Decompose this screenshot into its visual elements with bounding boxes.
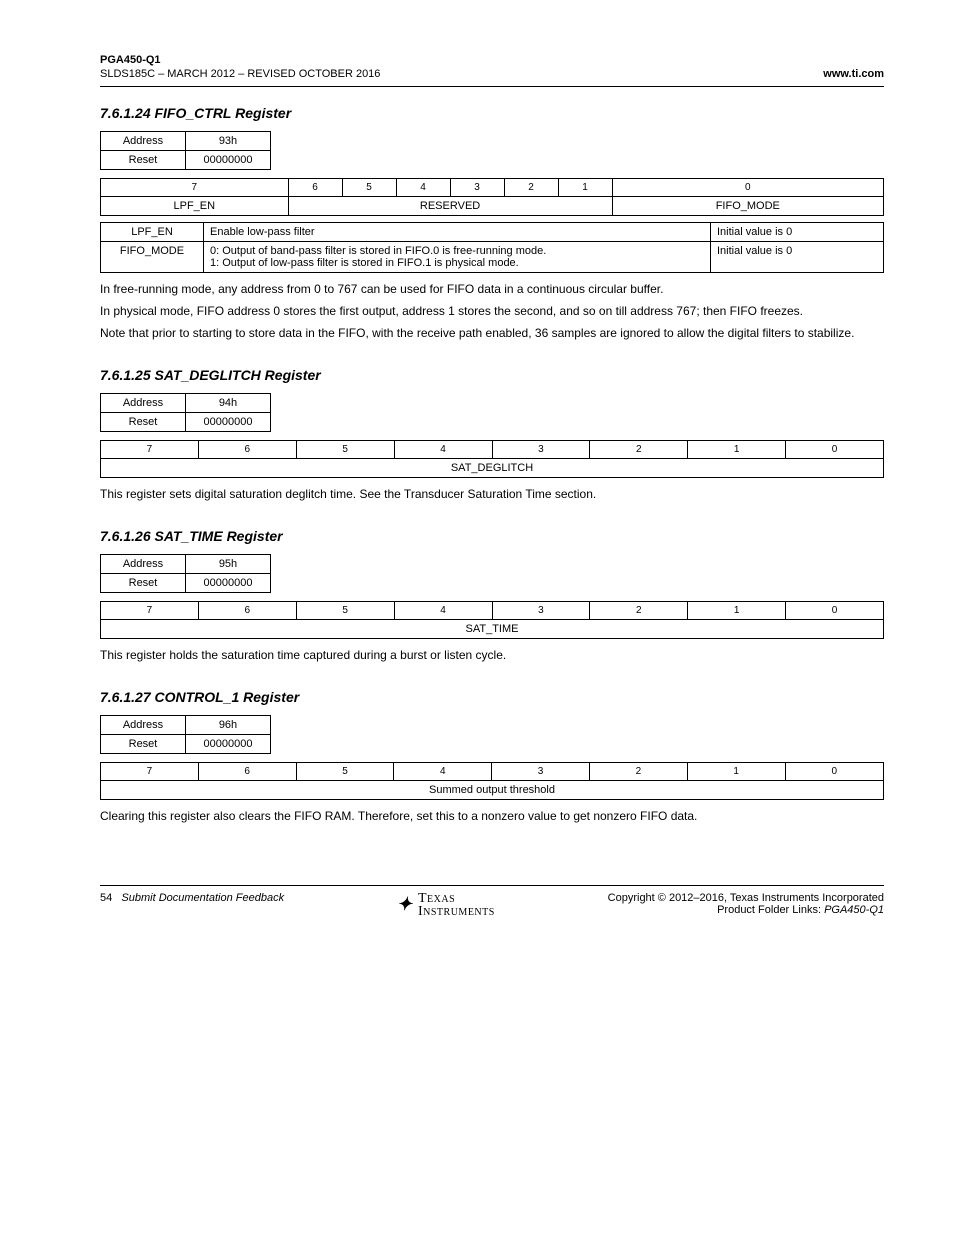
desc-paragraph: This register sets digital saturation de…: [100, 486, 884, 502]
field-reset: Initial value is 0: [711, 222, 884, 241]
bit-number: 5: [296, 763, 394, 781]
bit-number: 0: [785, 763, 883, 781]
field-name: FIFO_MODE: [101, 241, 204, 272]
register-section: 7.6.1.26 SAT_TIME Register Address95hRese…: [100, 528, 884, 663]
bit-number: 7: [101, 763, 199, 781]
bit-number: 1: [688, 602, 786, 620]
product-link[interactable]: PGA450-Q1: [824, 904, 884, 916]
submit-feedback-link[interactable]: Submit Documentation Feedback: [121, 892, 284, 904]
bit-field: Summed output threshold: [101, 781, 884, 800]
reset-label: Reset: [101, 735, 186, 754]
bit-field: RESERVED: [288, 196, 612, 215]
section-description: Clearing this register also clears the F…: [100, 808, 884, 824]
desc-paragraph: Note that prior to starting to store dat…: [100, 325, 884, 341]
ti-logo: ✦ Texas Instruments: [397, 892, 495, 919]
bit-field: SAT_DEGLITCH: [101, 459, 884, 478]
bit-number: 5: [296, 602, 394, 620]
desc-paragraph: In free-running mode, any address from 0…: [100, 281, 884, 297]
product-line: Product Folder Links:: [717, 904, 821, 916]
bit-number: 3: [492, 763, 590, 781]
bit-number: 7: [101, 441, 199, 459]
register-section: 7.6.1.24 FIFO_CTRL Register Address93hRes…: [100, 105, 884, 342]
reset-label: Reset: [101, 413, 186, 432]
bit-number: 0: [786, 441, 884, 459]
reset-value: 00000000: [186, 150, 271, 169]
addr-label: Address: [101, 394, 186, 413]
register-meta-table: Address94hReset00000000: [100, 393, 271, 432]
bit-number: 2: [590, 602, 688, 620]
bit-number: 5: [342, 178, 396, 196]
bit-number: 3: [492, 441, 590, 459]
bit-field: SAT_TIME: [101, 620, 884, 639]
register-meta-table: Address95hReset00000000: [100, 554, 271, 593]
bit-number: 2: [589, 763, 687, 781]
bit-number: 0: [612, 178, 883, 196]
bit-number: 7: [101, 602, 199, 620]
page-number: 54: [100, 892, 112, 904]
bit-number: 4: [394, 441, 492, 459]
bit-number: 1: [687, 763, 785, 781]
bit-number: 2: [504, 178, 558, 196]
section-title: 7.6.1.24 FIFO_CTRL Register: [100, 105, 884, 121]
doc-id: SLDS185C – MARCH 2012 – REVISED OCTOBER …: [100, 68, 380, 80]
bitmap-table: 76543210 LPF_ENRESERVEDFIFO_MODE: [100, 178, 884, 216]
ti-logo-icon: ✦: [397, 894, 412, 915]
reset-label: Reset: [101, 574, 186, 593]
bit-number: 7: [101, 178, 289, 196]
bit-field: FIFO_MODE: [612, 196, 883, 215]
part-number-link[interactable]: PGA450-Q1: [100, 54, 161, 66]
addr-label: Address: [101, 555, 186, 574]
register-meta-table: Address93hReset00000000: [100, 131, 271, 170]
addr-value: 94h: [186, 394, 271, 413]
section-title: 7.6.1.27 CONTROL_1 Register: [100, 689, 884, 705]
bit-number: 6: [198, 763, 296, 781]
copyright-text: Copyright © 2012–2016, Texas Instruments…: [608, 892, 884, 904]
addr-value: 93h: [186, 131, 271, 150]
section-description: In free-running mode, any address from 0…: [100, 281, 884, 342]
bit-number: 0: [786, 602, 884, 620]
bit-number: 4: [394, 763, 492, 781]
reset-value: 00000000: [186, 413, 271, 432]
reset-value: 00000000: [186, 735, 271, 754]
addr-label: Address: [101, 716, 186, 735]
addr-value: 95h: [186, 555, 271, 574]
field-desc-table: LPF_ENEnable low-pass filterInitial valu…: [100, 222, 884, 273]
bitmap-table: 76543210SAT_DEGLITCH: [100, 440, 884, 478]
register-section: 7.6.1.25 SAT_DEGLITCH Register Address94h…: [100, 367, 884, 502]
reset-value: 00000000: [186, 574, 271, 593]
bit-number: 1: [558, 178, 612, 196]
bit-number: 4: [394, 602, 492, 620]
page-footer: 54 Submit Documentation Feedback ✦ Texas…: [100, 892, 884, 919]
bitmap-table: 76543210SAT_TIME: [100, 601, 884, 639]
bitmap-table: 76543210Summed output threshold: [100, 762, 884, 800]
desc-paragraph: In physical mode, FIFO address 0 stores …: [100, 303, 884, 319]
bit-number: 1: [688, 441, 786, 459]
addr-value: 96h: [186, 716, 271, 735]
field-name: LPF_EN: [101, 222, 204, 241]
section-description: This register sets digital saturation de…: [100, 486, 884, 502]
desc-paragraph: This register holds the saturation time …: [100, 647, 884, 663]
reset-label: Reset: [101, 150, 186, 169]
section-title: 7.6.1.26 SAT_TIME Register: [100, 528, 884, 544]
desc-paragraph: Clearing this register also clears the F…: [100, 808, 884, 824]
field-desc: 0: Output of band-pass filter is stored …: [204, 241, 711, 272]
field-reset: Initial value is 0: [711, 241, 884, 272]
section-title: 7.6.1.25 SAT_DEGLITCH Register: [100, 367, 884, 383]
bit-field: LPF_EN: [101, 196, 289, 215]
register-section: 7.6.1.27 CONTROL_1 Register Address96hRes…: [100, 689, 884, 824]
bit-number: 3: [450, 178, 504, 196]
register-meta-table: Address96hReset00000000: [100, 715, 271, 754]
sections-container: 7.6.1.24 FIFO_CTRL RegisterAddress93hRes…: [100, 105, 884, 825]
bit-number: 6: [288, 178, 342, 196]
bit-number: 2: [590, 441, 688, 459]
field-desc: Enable low-pass filter: [204, 222, 711, 241]
bit-number: 6: [198, 441, 296, 459]
bit-number: 4: [396, 178, 450, 196]
bit-number: 3: [492, 602, 590, 620]
bit-number: 5: [296, 441, 394, 459]
site-link[interactable]: www.ti.com: [823, 68, 884, 80]
section-description: This register holds the saturation time …: [100, 647, 884, 663]
addr-label: Address: [101, 131, 186, 150]
bit-number: 6: [198, 602, 296, 620]
